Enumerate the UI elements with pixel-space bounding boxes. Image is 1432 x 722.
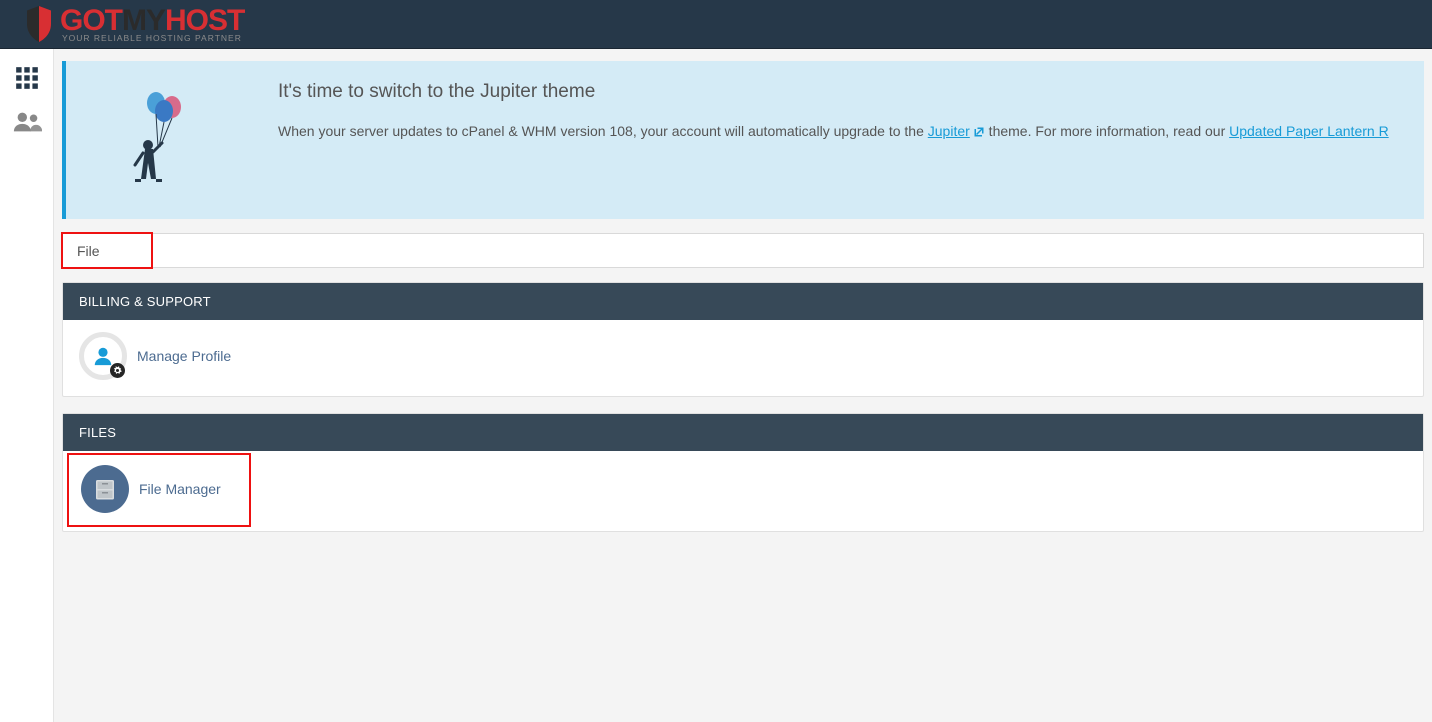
- panel-billing-support: BILLING & SUPPORT Manage Profile: [62, 282, 1424, 397]
- notice-text: When your server updates to cPanel & WHM…: [278, 121, 1398, 142]
- file-cabinet-icon: [90, 474, 120, 504]
- manage-profile-icon: [79, 332, 127, 380]
- file-manager-icon: [81, 465, 129, 513]
- logo-text: GOTMYHOST YOUR RELIABLE HOSTING PARTNER: [60, 6, 244, 43]
- panel-billing-header[interactable]: BILLING & SUPPORT: [63, 283, 1423, 320]
- brand-logo[interactable]: GOTMYHOST YOUR RELIABLE HOSTING PARTNER: [24, 4, 244, 44]
- user-icon: [92, 345, 114, 367]
- side-nav: [0, 49, 54, 722]
- paper-lantern-link[interactable]: Updated Paper Lantern R: [1229, 123, 1389, 139]
- nav-apps-grid[interactable]: [10, 63, 44, 93]
- manage-profile-item[interactable]: Manage Profile: [79, 332, 231, 380]
- file-manager-item[interactable]: File Manager: [81, 465, 221, 513]
- jupiter-theme-notice: It's time to switch to the Jupiter theme…: [62, 61, 1424, 219]
- panel-files: FILES File Manager: [62, 413, 1424, 532]
- nav-users[interactable]: [10, 107, 44, 137]
- main-content: It's time to switch to the Jupiter theme…: [54, 49, 1432, 722]
- notice-illustration: [88, 81, 238, 197]
- jupiter-link[interactable]: Jupiter: [928, 123, 985, 139]
- gear-badge-icon: [110, 363, 125, 378]
- search-input[interactable]: [62, 233, 1424, 268]
- apps-grid-icon: [14, 65, 40, 91]
- file-manager-highlight-box: File Manager: [67, 453, 251, 527]
- notice-title: It's time to switch to the Jupiter theme: [278, 81, 1398, 103]
- manage-profile-label: Manage Profile: [137, 348, 231, 364]
- external-link-icon: [973, 126, 985, 138]
- search-wrap: [62, 233, 1424, 268]
- balloons-person-icon: [118, 87, 208, 197]
- panel-files-header[interactable]: FILES: [63, 414, 1423, 451]
- logo-shield-icon: [24, 4, 54, 44]
- users-icon: [12, 109, 42, 135]
- file-manager-label: File Manager: [139, 481, 221, 497]
- top-bar: GOTMYHOST YOUR RELIABLE HOSTING PARTNER: [0, 0, 1432, 49]
